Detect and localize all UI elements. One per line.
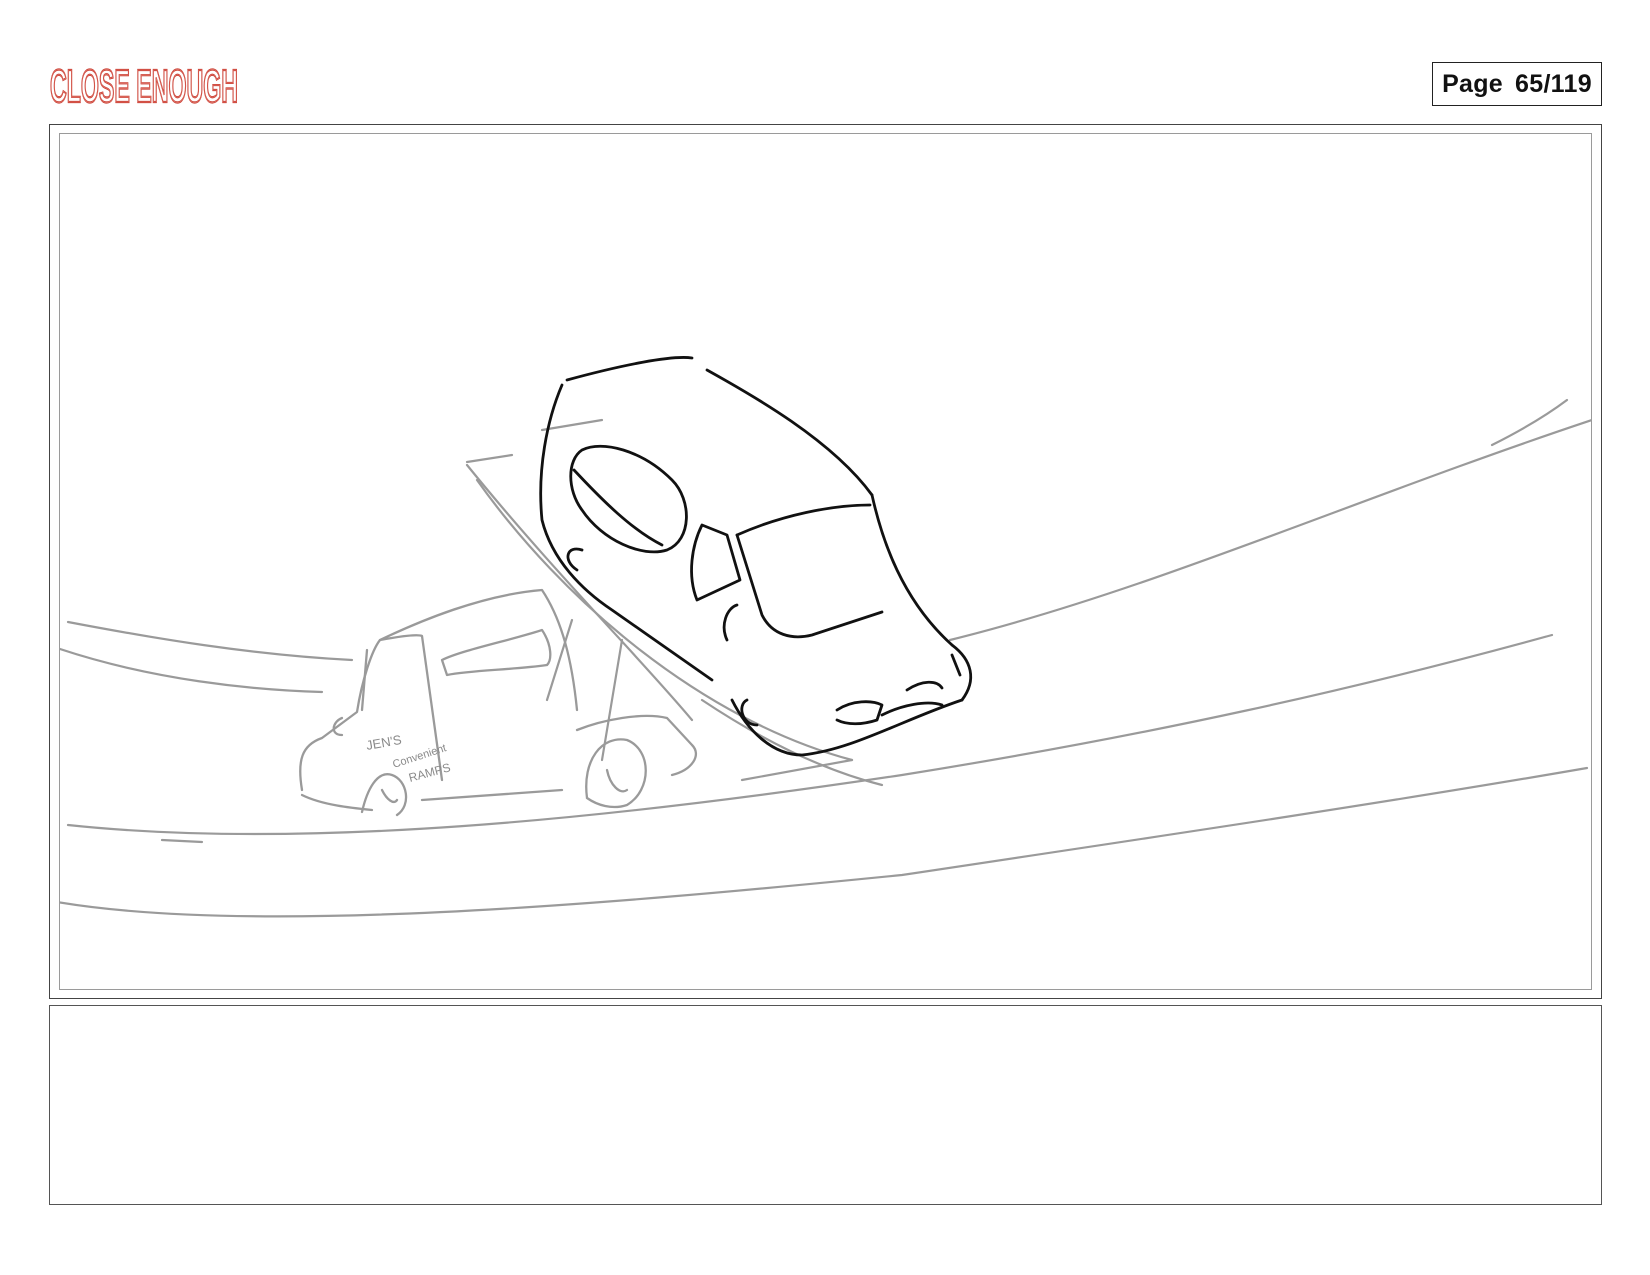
van-text-line-1: JEN'S bbox=[365, 732, 403, 753]
road-lines bbox=[60, 398, 1591, 918]
panel-notes-box[interactable] bbox=[49, 1005, 1602, 1205]
page-label: Page bbox=[1442, 69, 1504, 98]
panel-sketch: JEN'S Convenient RAMPS bbox=[60, 356, 1591, 918]
van-sketch: JEN'S Convenient RAMPS bbox=[299, 588, 698, 817]
car-sketch bbox=[539, 356, 972, 757]
page-number: 65/119 bbox=[1515, 69, 1592, 98]
panel-drawing-area: JEN'S Convenient RAMPS bbox=[59, 133, 1592, 990]
show-logo: CLOSE ENOUGH CLOSE ENOUGH bbox=[50, 59, 239, 110]
page-indicator: Page 65/119 bbox=[1432, 62, 1602, 106]
ramp-sketch bbox=[465, 418, 884, 787]
storyboard-panel: JEN'S Convenient RAMPS bbox=[49, 124, 1602, 999]
show-logo-text-inline: CLOSE ENOUGH bbox=[50, 60, 238, 110]
